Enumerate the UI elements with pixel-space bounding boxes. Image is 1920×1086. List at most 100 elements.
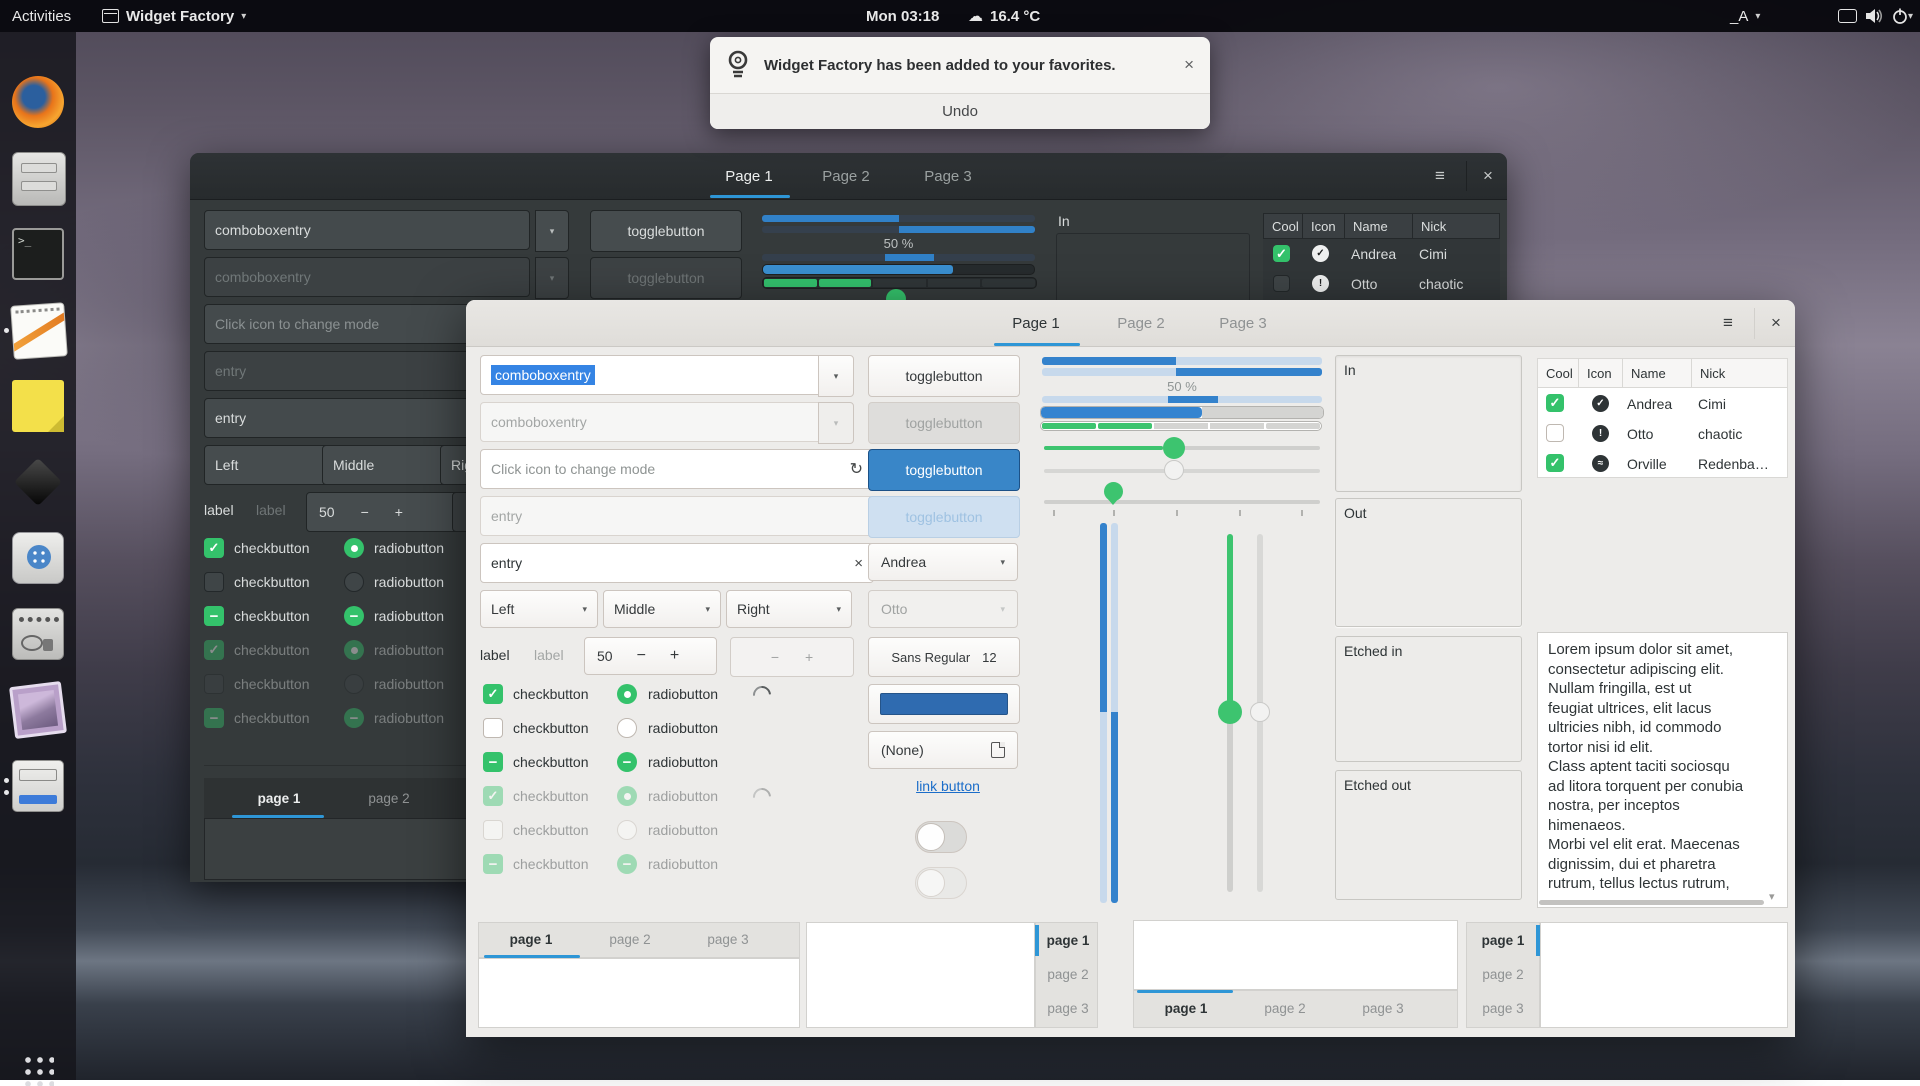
front-tab-page3[interactable]: Page 3 <box>1200 308 1286 338</box>
combobox-arrow-button[interactable]: ▾ <box>818 355 854 397</box>
align-middle-dropdown[interactable]: Middle▾ <box>322 445 456 485</box>
inkscape-icon[interactable] <box>12 456 64 508</box>
col-header-cool[interactable]: Cool <box>1537 358 1579 388</box>
photos-icon[interactable] <box>9 681 67 739</box>
radio-unselected[interactable] <box>617 718 637 738</box>
computer-icon[interactable] <box>12 760 64 812</box>
chevron-down-icon[interactable]: ▾ <box>1769 890 1775 903</box>
clear-icon[interactable]: × <box>854 555 863 572</box>
cool-checkbox-unchecked[interactable] <box>1273 275 1290 292</box>
back-tab-page2[interactable]: Page 2 <box>806 161 886 191</box>
cool-checkbox-checked[interactable] <box>1546 454 1564 472</box>
align-left-dropdown[interactable]: Left▾ <box>480 590 598 628</box>
tab-page2[interactable]: page 2 <box>1237 993 1333 1024</box>
checkbox-checked[interactable] <box>483 684 503 704</box>
radio-selected[interactable] <box>344 538 364 558</box>
system-menu-caret[interactable]: ▾ <box>1908 0 1913 32</box>
sticky-notes-icon[interactable] <box>12 380 64 432</box>
tab-page3[interactable]: page 3 <box>1039 993 1097 1024</box>
mode-entry[interactable]: Click icon to change mode↻ <box>480 449 874 489</box>
entry[interactable]: entry× <box>480 543 874 583</box>
close-icon[interactable]: × <box>1184 55 1194 75</box>
plus-icon[interactable]: + <box>395 504 403 520</box>
col-header-name[interactable]: Name <box>1623 358 1692 388</box>
tab-page2[interactable]: page 2 <box>344 782 434 815</box>
activities-button[interactable]: Activities <box>12 0 71 32</box>
file-cabinet-icon[interactable] <box>12 152 66 206</box>
back-tab-page3[interactable]: Page 3 <box>908 161 988 191</box>
weather[interactable]: ☁ 16.4 °C <box>968 0 1040 32</box>
align-left-dropdown[interactable]: Left▾ <box>204 445 338 485</box>
tab-page3[interactable]: page 3 <box>1472 993 1534 1024</box>
togglebutton[interactable]: togglebutton <box>868 355 1020 397</box>
togglebutton-active[interactable]: togglebutton <box>868 449 1020 491</box>
tab-page3[interactable]: page 3 <box>1335 993 1431 1024</box>
link-button[interactable]: link button <box>903 778 993 794</box>
minus-icon[interactable]: − <box>637 647 646 665</box>
app-menu[interactable]: Widget Factory ▾ <box>102 0 246 32</box>
tab-page2[interactable]: page 2 <box>582 924 678 955</box>
checkbox-unchecked[interactable] <box>483 718 503 738</box>
people-table[interactable]: Cool Icon Name Nick ✓ Andrea Cimi ! Otto… <box>1537 358 1788 478</box>
power-icon[interactable] <box>1892 0 1908 32</box>
toolbox-icon[interactable] <box>12 532 64 584</box>
horizontal-scrollbar[interactable] <box>1539 900 1764 905</box>
comboboxentry-input[interactable]: comboboxentry <box>204 210 530 250</box>
show-applications-icon[interactable] <box>22 1054 54 1086</box>
clock[interactable]: Mon 03:18 <box>866 0 939 32</box>
checkbox-checked[interactable] <box>204 538 224 558</box>
widget-factory-window-front[interactable]: Page 1 Page 2 Page 3 ≡ × comboboxentry ▾… <box>466 300 1795 1037</box>
front-tab-page1[interactable]: Page 1 <box>990 308 1082 338</box>
font-button[interactable]: Sans Regular12 <box>868 637 1020 677</box>
tab-page1[interactable]: page 1 <box>1039 925 1097 956</box>
cool-checkbox-unchecked[interactable] <box>1546 424 1564 442</box>
spinbutton[interactable]: 50 −+ <box>306 492 466 532</box>
tab-page1[interactable]: page 1 <box>1472 925 1534 956</box>
display-icon[interactable] <box>1838 0 1857 32</box>
minus-icon[interactable]: − <box>361 504 369 520</box>
align-middle-dropdown[interactable]: Middle▾ <box>603 590 721 628</box>
hscale-knob[interactable] <box>1163 437 1185 459</box>
color-button[interactable] <box>868 684 1020 724</box>
tab-page1[interactable]: page 1 <box>482 924 580 955</box>
tab-page2[interactable]: page 2 <box>1472 959 1534 990</box>
menu-icon[interactable]: ≡ <box>1426 162 1454 190</box>
people-combobox[interactable]: Andrea▾ <box>868 543 1018 581</box>
align-right-dropdown[interactable]: Right▾ <box>726 590 852 628</box>
tab-page3[interactable]: page 3 <box>680 924 776 955</box>
col-header-icon[interactable]: Icon <box>1303 213 1345 239</box>
hscale-marks-track[interactable] <box>1044 500 1320 504</box>
radio-mixed[interactable] <box>344 606 364 626</box>
col-header-nick[interactable]: Nick <box>1692 358 1788 388</box>
radio-selected[interactable] <box>617 684 637 704</box>
terminal-icon[interactable]: >_ <box>12 228 64 280</box>
volume-icon[interactable] <box>1866 0 1884 32</box>
back-headerbar[interactable]: Page 1 Page 2 Page 3 ≡ × <box>190 153 1507 200</box>
switch-off[interactable] <box>915 821 967 853</box>
firefox-icon[interactable] <box>12 76 64 128</box>
vscale-knob[interactable] <box>1218 700 1242 724</box>
close-icon[interactable]: × <box>1762 309 1790 337</box>
file-chooser-button[interactable]: (None) <box>868 731 1018 769</box>
menu-icon[interactable]: ≡ <box>1714 309 1742 337</box>
text-editor-icon[interactable] <box>10 302 68 360</box>
keyboard-layout-menu[interactable]: _A▾ <box>1730 0 1760 32</box>
audio-mixer-icon[interactable] <box>12 608 64 660</box>
col-header-nick[interactable]: Nick <box>1413 213 1500 239</box>
col-header-cool[interactable]: Cool <box>1263 213 1303 239</box>
radio-mixed[interactable] <box>617 752 637 772</box>
notification-banner[interactable]: Widget Factory has been added to your fa… <box>710 37 1210 129</box>
tab-page2[interactable]: page 2 <box>1039 959 1097 990</box>
plus-icon[interactable]: + <box>670 647 679 665</box>
tab-page1[interactable]: page 1 <box>1137 993 1235 1024</box>
cool-checkbox-checked[interactable] <box>1546 394 1564 412</box>
front-tab-page2[interactable]: Page 2 <box>1098 308 1184 338</box>
switch-knob[interactable] <box>917 823 945 851</box>
tab-page1[interactable]: page 1 <box>224 782 334 815</box>
col-header-name[interactable]: Name <box>1345 213 1413 239</box>
front-headerbar[interactable]: Page 1 Page 2 Page 3 ≡ × <box>466 300 1795 347</box>
undo-button[interactable]: Undo <box>710 94 1210 129</box>
comboboxentry-input[interactable]: comboboxentry <box>480 355 820 395</box>
togglebutton[interactable]: togglebutton <box>590 210 742 252</box>
col-header-icon[interactable]: Icon <box>1579 358 1623 388</box>
